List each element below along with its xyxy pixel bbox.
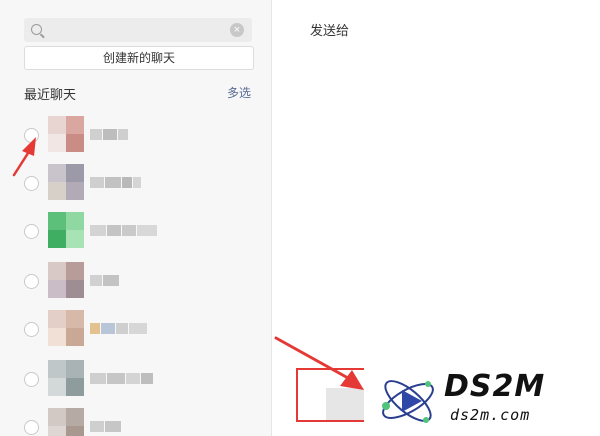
select-radio[interactable]	[24, 322, 39, 337]
watermark: DS2M ds2m.com	[364, 366, 600, 436]
select-radio[interactable]	[24, 274, 39, 289]
contact-name-redacted	[90, 421, 122, 432]
avatar	[48, 360, 84, 396]
redacted-block	[90, 129, 102, 140]
recent-chats-title: 最近聊天	[24, 87, 77, 102]
redacted-block	[103, 129, 117, 140]
avatar	[48, 116, 84, 152]
redacted-block	[101, 323, 115, 334]
create-new-chat-button[interactable]: 创建新的聊天	[24, 46, 254, 70]
search-input[interactable]	[46, 21, 226, 39]
chat-row[interactable]	[0, 306, 271, 354]
redacted-block	[122, 225, 136, 236]
avatar	[48, 212, 84, 248]
redacted-block	[122, 177, 132, 188]
redacted-block	[116, 323, 128, 334]
avatar	[48, 262, 84, 298]
select-radio[interactable]	[24, 128, 39, 143]
send-to-title: 发送给	[310, 23, 350, 38]
watermark-brand: DS2M	[444, 369, 546, 404]
redacted-block	[105, 421, 121, 432]
atom-logo-icon	[382, 380, 434, 423]
contact-name-redacted	[90, 373, 154, 384]
redacted-block	[107, 373, 125, 384]
redacted-block	[137, 225, 157, 236]
clear-icon[interactable]: ×	[230, 23, 244, 37]
contact-name-redacted	[90, 129, 129, 140]
multi-select-button[interactable]: 多选	[227, 84, 251, 101]
select-radio[interactable]	[24, 224, 39, 239]
chat-row[interactable]	[0, 404, 271, 436]
redacted-block	[141, 373, 153, 384]
redacted-block	[90, 225, 106, 236]
chat-row[interactable]	[0, 356, 271, 404]
redacted-block	[129, 323, 147, 334]
watermark-url: ds2m.com	[450, 406, 531, 424]
avatar	[48, 164, 84, 200]
contact-name-redacted	[90, 177, 142, 188]
chat-row[interactable]	[0, 112, 271, 160]
contact-name-redacted	[90, 323, 148, 334]
redacted-block	[118, 129, 128, 140]
redacted-block	[105, 177, 121, 188]
chat-row[interactable]	[0, 258, 271, 306]
contact-picker-panel: × 创建新的聊天 最近聊天 多选	[0, 0, 272, 436]
redacted-block	[90, 323, 100, 334]
search-box[interactable]: ×	[24, 18, 252, 42]
contact-name-redacted	[90, 275, 120, 286]
contact-name-redacted	[90, 225, 158, 236]
chat-row[interactable]	[0, 160, 271, 208]
redacted-block	[103, 275, 119, 286]
redacted-block	[133, 177, 141, 188]
select-radio[interactable]	[24, 372, 39, 387]
redacted-block	[90, 275, 102, 286]
redacted-block	[126, 373, 140, 384]
avatar	[48, 408, 84, 436]
redacted-block	[90, 373, 106, 384]
redacted-block	[107, 225, 121, 236]
redacted-block	[90, 421, 104, 432]
redacted-block	[90, 177, 104, 188]
select-radio[interactable]	[24, 420, 39, 435]
confirm-button-highlight	[296, 368, 372, 422]
search-icon	[31, 24, 42, 35]
select-radio[interactable]	[24, 176, 39, 191]
chat-row[interactable]	[0, 208, 271, 256]
avatar	[48, 310, 84, 346]
